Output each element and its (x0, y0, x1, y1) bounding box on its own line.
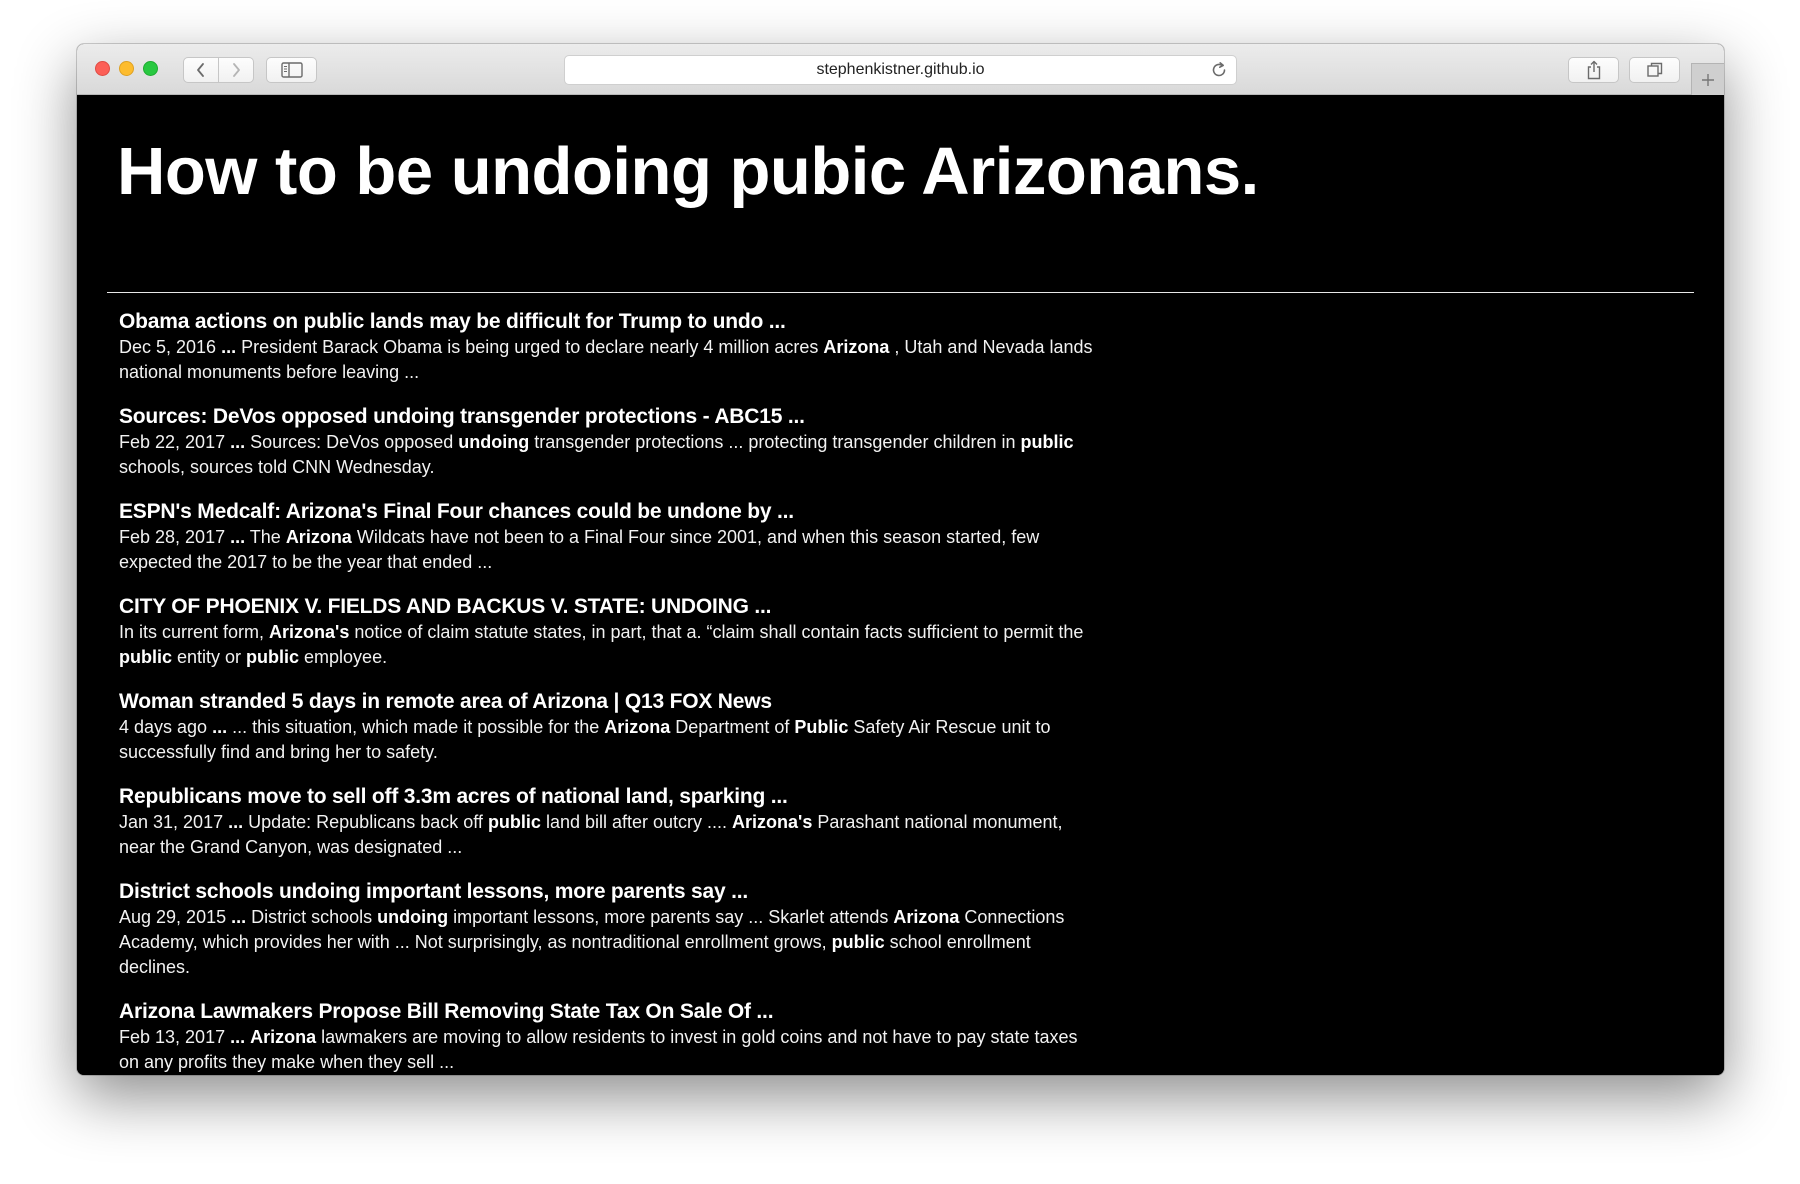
browser-toolbar: stephenkistner.github.io (77, 44, 1724, 95)
search-results: Obama actions on public lands may be dif… (119, 308, 1099, 1075)
close-window-button[interactable] (95, 61, 110, 76)
minimize-window-button[interactable] (119, 61, 134, 76)
title-divider (107, 292, 1694, 293)
snippet-highlight: Arizona's (732, 812, 813, 832)
snippet-text: In its current form, (119, 622, 270, 642)
snippet-text: 4 days ago (119, 717, 213, 737)
chevron-right-icon (232, 63, 240, 77)
result-item: CITY OF PHOENIX V. FIELDS AND BACKUS V. … (119, 593, 1099, 670)
share-icon (1587, 60, 1600, 80)
plus-icon (1702, 73, 1714, 86)
result-item: Woman stranded 5 days in remote area of … (119, 688, 1099, 765)
snippet-highlight: Arizona's (269, 622, 350, 642)
result-title-link[interactable]: Republicans move to sell off 3.3m acres … (119, 783, 1099, 810)
snippet-text: Sources: DeVos opposed (245, 432, 459, 452)
snippet-highlight: public (119, 647, 172, 667)
tab-overview-button[interactable] (1629, 57, 1680, 83)
result-item: District schools undoing important lesso… (119, 878, 1099, 980)
snippet-highlight: ... (230, 432, 246, 452)
reload-icon[interactable] (1210, 61, 1228, 79)
share-button[interactable] (1568, 57, 1619, 83)
result-item: Obama actions on public lands may be dif… (119, 308, 1099, 385)
back-button[interactable] (183, 57, 219, 83)
snippet-text: ... this situation, which made it possib… (227, 717, 605, 737)
snippet-highlight: Arizona (604, 717, 671, 737)
result-item: ESPN's Medcalf: Arizona's Final Four cha… (119, 498, 1099, 575)
snippet-highlight: public (831, 932, 885, 952)
snippet-text: Dec 5, 2016 (119, 337, 222, 357)
snippet-highlight: undoing (458, 432, 530, 452)
result-title-link[interactable]: District schools undoing important lesso… (119, 878, 1099, 905)
result-snippet: Feb 13, 2017 ... Arizona lawmakers are m… (119, 1025, 1099, 1075)
result-item: Arizona Lawmakers Propose Bill Removing … (119, 998, 1099, 1075)
maximize-window-button[interactable] (143, 61, 158, 76)
snippet-text: Feb 13, 2017 (119, 1027, 231, 1047)
sidebar-icon (280, 62, 303, 78)
snippet-highlight: ... (230, 527, 246, 547)
snippet-text: Update: Republicans back off (243, 812, 488, 832)
snippet-highlight: ... (212, 717, 228, 737)
snippet-text: Feb 28, 2017 (119, 527, 231, 547)
sidebar-toggle-button[interactable] (266, 57, 317, 83)
snippet-highlight: Arizona (893, 907, 960, 927)
snippet-text: District schools (246, 907, 378, 927)
snippet-highlight: Arizona (823, 337, 890, 357)
result-snippet: Feb 22, 2017 ... Sources: DeVos opposed … (119, 430, 1099, 480)
snippet-text: Aug 29, 2015 (119, 907, 232, 927)
snippet-text: transgender protections ... protecting t… (529, 432, 1021, 452)
result-title-link[interactable]: Sources: DeVos opposed undoing transgend… (119, 403, 1099, 430)
snippet-highlight: Public (794, 717, 849, 737)
snippet-text: schools, sources told CNN Wednesday. (119, 457, 435, 477)
result-snippet: Dec 5, 2016 ... President Barack Obama i… (119, 335, 1099, 385)
snippet-highlight: Arizona (250, 1027, 317, 1047)
tabs-overview-icon (1646, 62, 1662, 77)
snippet-text: President Barack Obama is being urged to… (236, 337, 824, 357)
snippet-text: land bill after outcry .... (540, 812, 733, 832)
result-item: Republicans move to sell off 3.3m acres … (119, 783, 1099, 860)
snippet-highlight: ... (228, 812, 244, 832)
result-snippet: Feb 28, 2017 ... The Arizona Wildcats ha… (119, 525, 1099, 575)
snippet-highlight: public (1020, 432, 1074, 452)
snippet-highlight: public (246, 647, 300, 667)
url-text: stephenkistner.github.io (816, 61, 985, 78)
result-snippet: 4 days ago ... ... this situation, which… (119, 715, 1099, 765)
browser-window: stephenkistner.github.io How to be undoi… (77, 44, 1724, 1075)
new-tab-button[interactable] (1691, 63, 1724, 95)
snippet-text: Feb 22, 2017 (119, 432, 231, 452)
page-title: How to be undoing pubic Arizonans. (117, 134, 1259, 209)
snippet-highlight: ... (231, 907, 247, 927)
forward-button[interactable] (218, 57, 254, 83)
snippet-text: notice of claim statute states, in part,… (349, 622, 1084, 642)
page-content: How to be undoing pubic Arizonans. Obama… (77, 95, 1724, 1075)
snippet-highlight: ... (221, 337, 237, 357)
result-title-link[interactable]: ESPN's Medcalf: Arizona's Final Four cha… (119, 498, 1099, 525)
snippet-highlight: ... (230, 1027, 246, 1047)
snippet-text: The (245, 527, 286, 547)
snippet-text: Jan 31, 2017 (119, 812, 229, 832)
result-title-link[interactable]: CITY OF PHOENIX V. FIELDS AND BACKUS V. … (119, 593, 1099, 620)
snippet-text: important lessons, more parents say ... … (448, 907, 894, 927)
address-bar[interactable]: stephenkistner.github.io (564, 55, 1237, 85)
snippet-highlight: public (487, 812, 541, 832)
result-title-link[interactable]: Woman stranded 5 days in remote area of … (119, 688, 1099, 715)
result-item: Sources: DeVos opposed undoing transgend… (119, 403, 1099, 480)
result-snippet: In its current form, Arizona's notice of… (119, 620, 1099, 670)
snippet-text: employee. (299, 647, 388, 667)
chevron-left-icon (196, 63, 204, 77)
result-title-link[interactable]: Obama actions on public lands may be dif… (119, 308, 1099, 335)
snippet-highlight: undoing (377, 907, 449, 927)
snippet-text: entity or (172, 647, 247, 667)
navigation-buttons (183, 57, 254, 83)
snippet-text: Department of (670, 717, 795, 737)
result-title-link[interactable]: Arizona Lawmakers Propose Bill Removing … (119, 998, 1099, 1025)
snippet-highlight: Arizona (285, 527, 352, 547)
result-snippet: Jan 31, 2017 ... Update: Republicans bac… (119, 810, 1099, 860)
result-snippet: Aug 29, 2015 ... District schools undoin… (119, 905, 1099, 980)
